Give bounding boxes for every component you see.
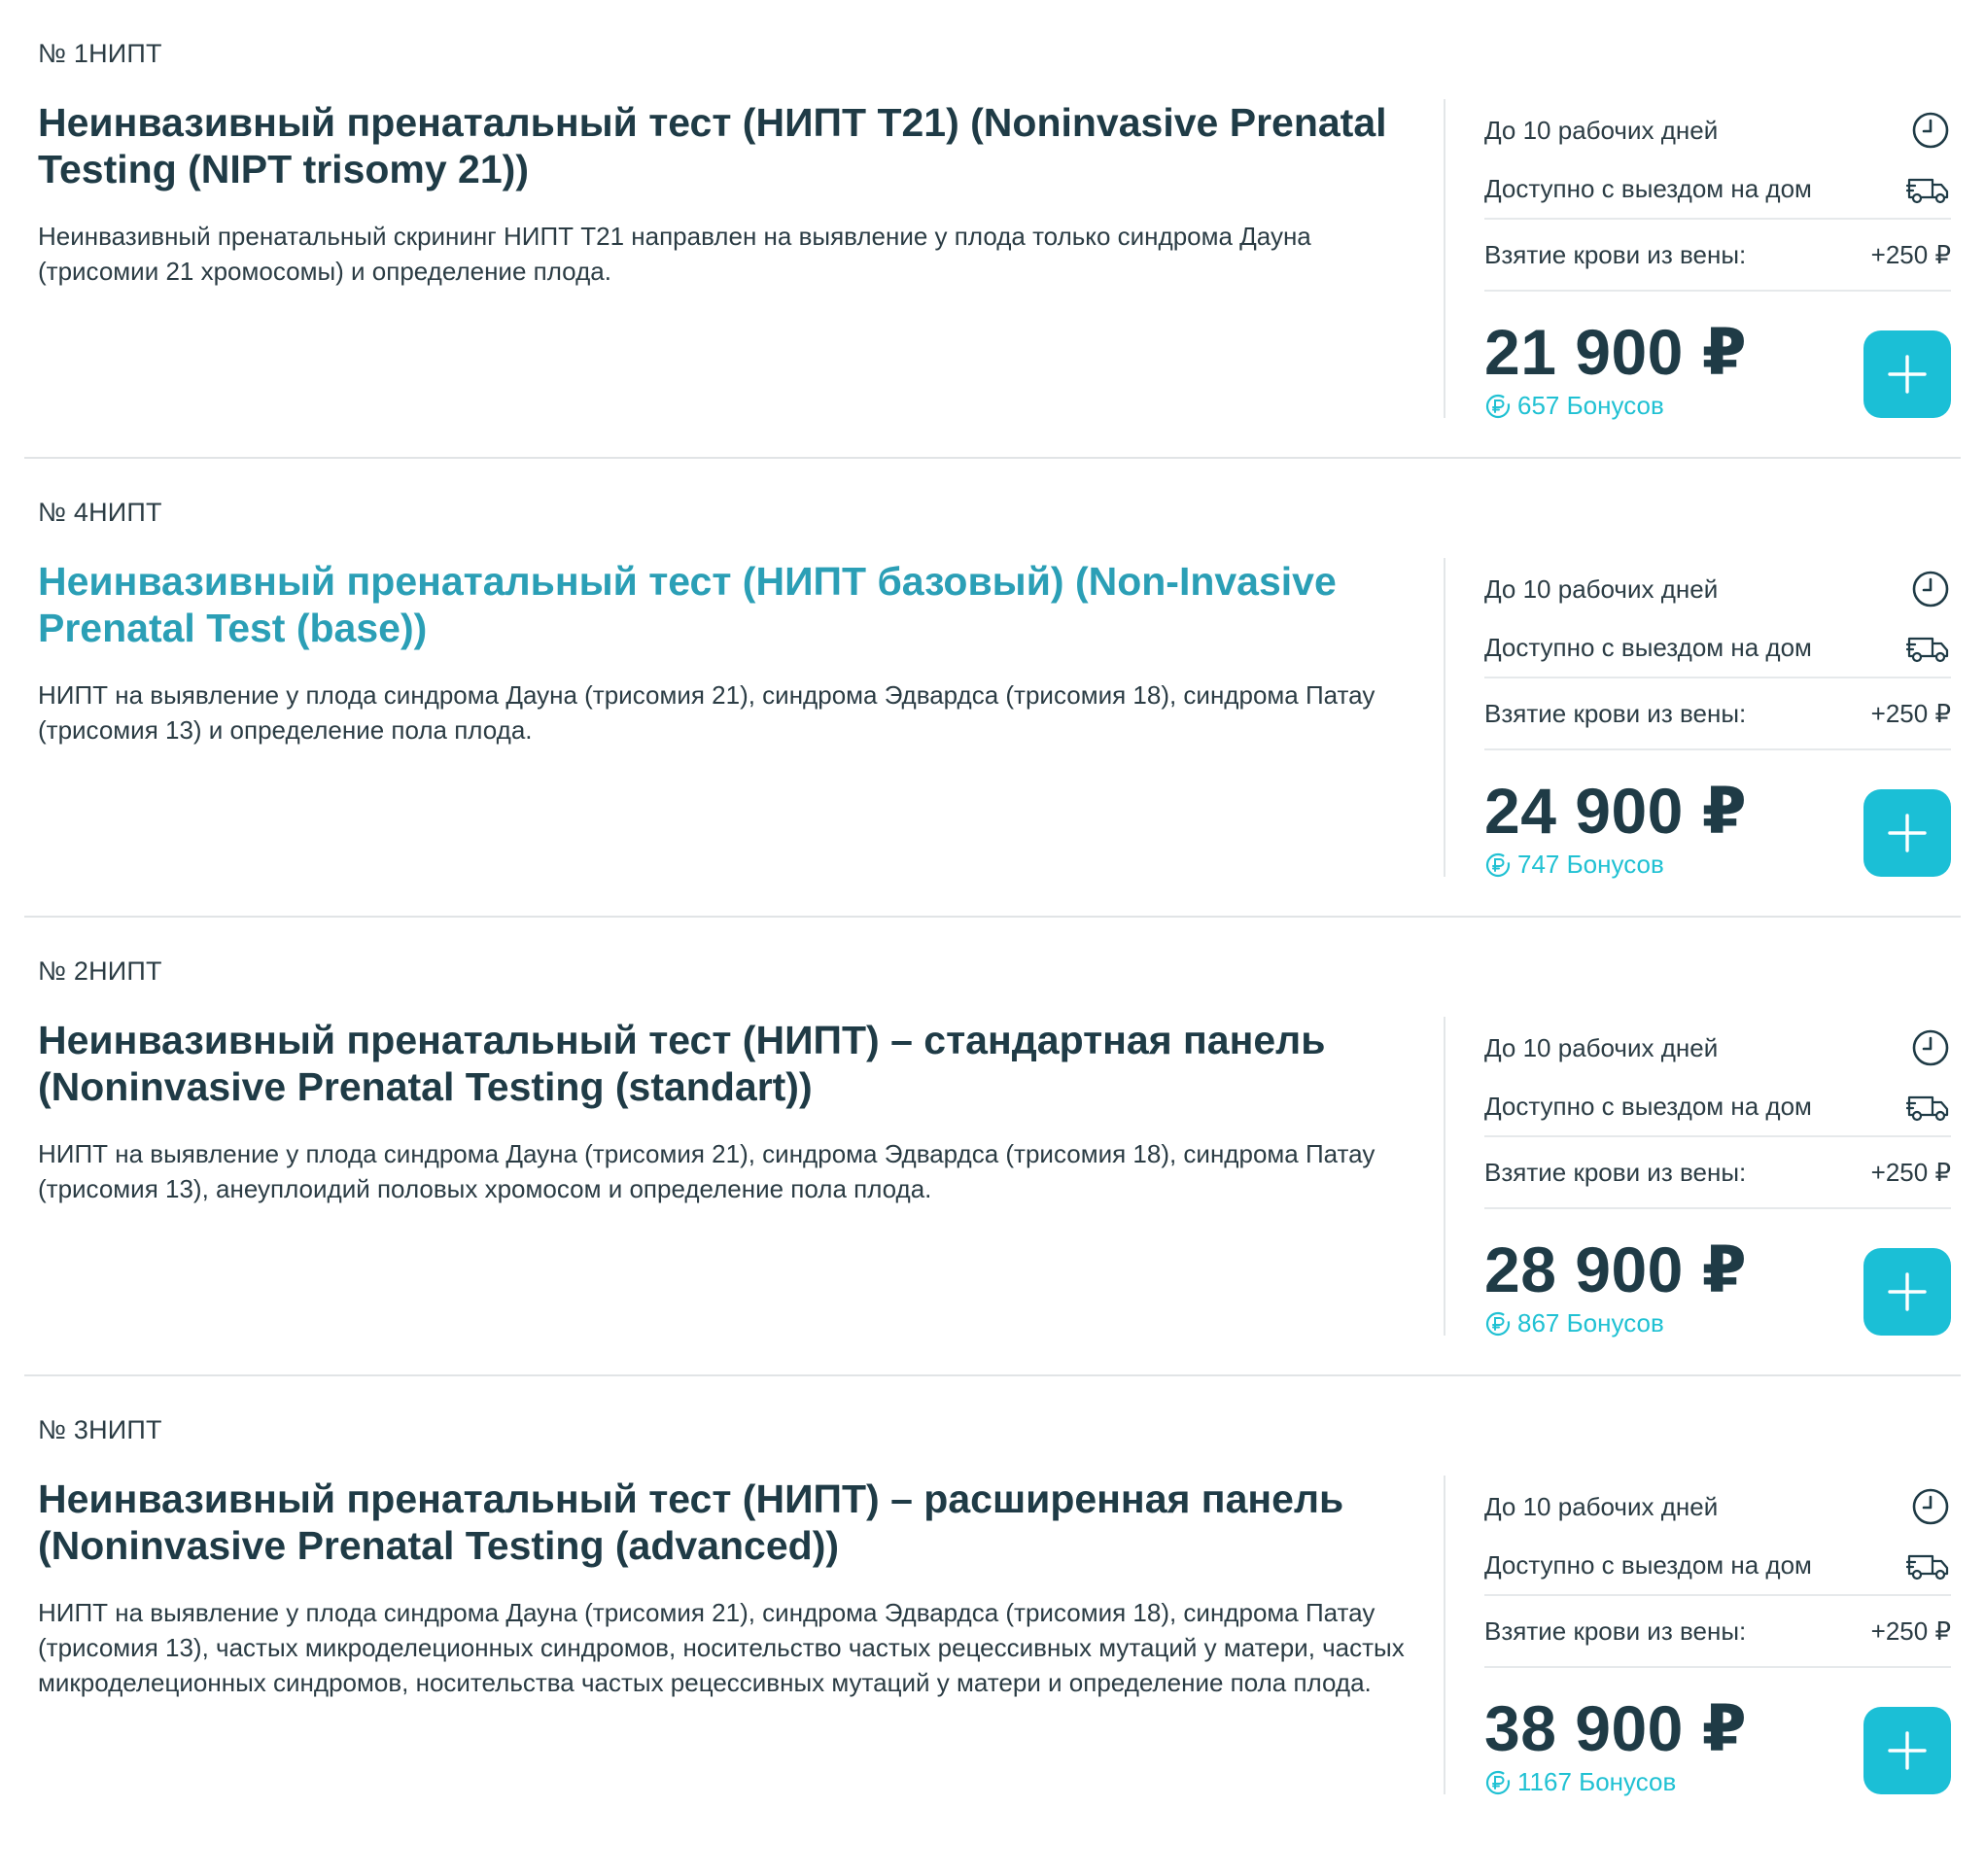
turnaround-text: До 10 рабочих дней — [1484, 573, 1719, 604]
blood-draw-row: Взятие крови из вены: +250 ₽ — [1484, 1594, 1951, 1668]
clock-icon — [1912, 571, 1949, 608]
blood-draw-price: +250 ₽ — [1870, 698, 1951, 728]
turnaround-text: До 10 рабочих дней — [1484, 1032, 1719, 1062]
bonus-info: 867 Бонусов — [1484, 1308, 1664, 1338]
test-description: НИПТ на выявление у плода синдрома Дауна… — [38, 1598, 1405, 1697]
order-panel: До 10 рабочих дней Доступно с выездом на… — [1444, 1476, 1951, 1797]
test-title[interactable]: Неинвазивный пренатальный тест (НИПТ) – … — [38, 1476, 1418, 1569]
home-visit-text: Доступно с выездом на дом — [1484, 1549, 1812, 1580]
turnaround-text: До 10 рабочих дней — [1484, 1491, 1719, 1521]
bonus-text: 867 Бонусов — [1517, 1308, 1664, 1338]
truck-icon — [1906, 1554, 1949, 1581]
home-visit-text: Доступно с выездом на дом — [1484, 173, 1812, 203]
truck-icon — [1906, 1095, 1949, 1122]
bonus-info: 657 Бонусов — [1484, 391, 1664, 421]
truck-icon — [1906, 178, 1949, 204]
test-description: Неинвазивный пренатальный скрининг НИПТ … — [38, 222, 1311, 286]
blood-draw-row: Взятие крови из вены: +250 ₽ — [1484, 218, 1951, 292]
test-description: НИПТ на выявление у плода синдрома Дауна… — [38, 1139, 1376, 1203]
bonus-info: 747 Бонусов — [1484, 850, 1664, 880]
test-card: № 2НИПТ Неинвазивный пренатальный тест (… — [24, 918, 1961, 1376]
order-panel: До 10 рабочих дней Доступно с выездом на… — [1444, 99, 1951, 421]
clock-icon — [1912, 1029, 1949, 1066]
blood-draw-label: Взятие крови из вены: — [1484, 239, 1747, 269]
clock-icon — [1912, 1488, 1949, 1525]
ruble-coin-icon — [1485, 1770, 1511, 1794]
blood-draw-price: +250 ₽ — [1870, 1615, 1951, 1646]
home-visit-text: Доступно с выездом на дом — [1484, 1091, 1812, 1121]
home-visit-row: Доступно с выездом на дом — [1484, 624, 1951, 671]
add-to-cart-button[interactable] — [1863, 330, 1951, 418]
test-card: № 1НИПТ Неинвазивный пренатальный тест (… — [24, 0, 1961, 459]
home-visit-row: Доступно с выездом на дом — [1484, 1083, 1951, 1129]
bonus-info: 1167 Бонусов — [1484, 1767, 1676, 1797]
turnaround-row: До 10 рабочих дней — [1484, 107, 1951, 154]
add-to-cart-button[interactable] — [1863, 1707, 1951, 1794]
test-price: 28 900 ₽ — [1484, 1233, 1748, 1305]
test-list: № 1НИПТ Неинвазивный пренатальный тест (… — [0, 0, 1985, 1835]
clock-icon — [1912, 112, 1949, 149]
add-to-cart-button[interactable] — [1863, 789, 1951, 877]
ruble-coin-icon — [1485, 394, 1511, 418]
truck-icon — [1906, 637, 1949, 663]
bonus-text: 1167 Бонусов — [1517, 1767, 1677, 1796]
blood-draw-row: Взятие крови из вены: +250 ₽ — [1484, 1135, 1951, 1209]
blood-draw-row: Взятие крови из вены: +250 ₽ — [1484, 677, 1951, 750]
test-title[interactable]: Неинвазивный пренатальный тест (НИПТ Т21… — [38, 99, 1418, 192]
test-card: № 3НИПТ Неинвазивный пренатальный тест (… — [24, 1376, 1961, 1835]
turnaround-row: До 10 рабочих дней — [1484, 1025, 1951, 1071]
test-price: 21 900 ₽ — [1484, 316, 1748, 388]
turnaround-text: До 10 рабочих дней — [1484, 115, 1719, 145]
plus-icon — [1888, 1731, 1927, 1770]
turnaround-row: До 10 рабочих дней — [1484, 1483, 1951, 1530]
test-code: № 1НИПТ — [38, 39, 162, 68]
test-card: № 4НИПТ Неинвазивный пренатальный тест (… — [24, 459, 1961, 918]
plus-icon — [1888, 814, 1927, 852]
test-info: Неинвазивный пренатальный тест (НИПТ) – … — [38, 1476, 1418, 1700]
home-visit-text: Доступно с выездом на дом — [1484, 632, 1812, 662]
blood-draw-label: Взятие крови из вены: — [1484, 1157, 1747, 1187]
test-code: № 3НИПТ — [38, 1415, 162, 1444]
bonus-text: 747 Бонусов — [1517, 850, 1664, 879]
turnaround-row: До 10 рабочих дней — [1484, 566, 1951, 612]
blood-draw-label: Взятие крови из вены: — [1484, 698, 1747, 728]
test-price: 38 900 ₽ — [1484, 1692, 1748, 1764]
plus-icon — [1888, 355, 1927, 394]
test-info: Неинвазивный пренатальный тест (НИПТ баз… — [38, 558, 1418, 747]
test-title[interactable]: Неинвазивный пренатальный тест (НИПТ баз… — [38, 558, 1418, 651]
add-to-cart-button[interactable] — [1863, 1248, 1951, 1336]
home-visit-row: Доступно с выездом на дом — [1484, 165, 1951, 212]
order-panel: До 10 рабочих дней Доступно с выездом на… — [1444, 1017, 1951, 1338]
ruble-coin-icon — [1485, 852, 1511, 877]
test-code: № 4НИПТ — [38, 498, 162, 527]
test-code: № 2НИПТ — [38, 956, 162, 986]
test-description: НИПТ на выявление у плода синдрома Дауна… — [38, 680, 1376, 745]
test-info: Неинвазивный пренатальный тест (НИПТ) – … — [38, 1017, 1418, 1206]
bonus-text: 657 Бонусов — [1517, 391, 1664, 420]
blood-draw-label: Взятие крови из вены: — [1484, 1615, 1747, 1646]
test-info: Неинвазивный пренатальный тест (НИПТ Т21… — [38, 99, 1418, 289]
blood-draw-price: +250 ₽ — [1870, 1157, 1951, 1187]
order-panel: До 10 рабочих дней Доступно с выездом на… — [1444, 558, 1951, 880]
test-price: 24 900 ₽ — [1484, 775, 1748, 847]
plus-icon — [1888, 1272, 1927, 1311]
home-visit-row: Доступно с выездом на дом — [1484, 1542, 1951, 1588]
ruble-coin-icon — [1485, 1311, 1511, 1336]
test-title[interactable]: Неинвазивный пренатальный тест (НИПТ) – … — [38, 1017, 1418, 1110]
blood-draw-price: +250 ₽ — [1870, 239, 1951, 269]
